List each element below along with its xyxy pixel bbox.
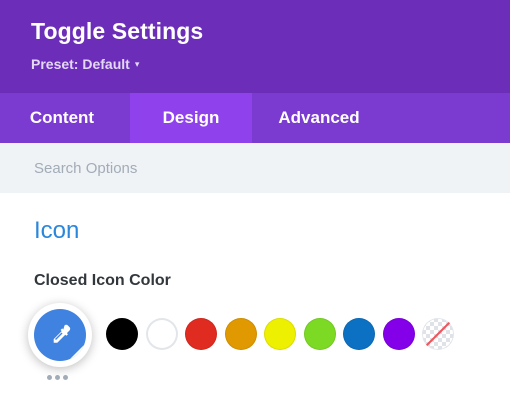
preset-dropdown[interactable]: Preset: Default ▾ (31, 56, 139, 72)
caret-down-icon: ▾ (134, 58, 140, 69)
swatch-red[interactable] (185, 318, 217, 350)
search-options-input[interactable] (0, 143, 510, 193)
preset-label: Preset: Default (31, 56, 130, 72)
dot (63, 375, 68, 380)
modal-header: Toggle Settings Preset: Default ▾ (0, 0, 510, 93)
settings-tabs: Content Design Advanced (0, 93, 510, 143)
swatch-orange[interactable] (224, 318, 257, 350)
dot (55, 375, 60, 380)
swatch-purple[interactable] (382, 318, 415, 350)
section-title-icon[interactable]: Icon (34, 217, 79, 245)
tab-design[interactable]: Design (130, 93, 252, 143)
swatch-blue[interactable] (343, 318, 375, 350)
modal-title: Toggle Settings (31, 18, 204, 44)
dot (47, 375, 52, 380)
swatch-yellow[interactable] (264, 318, 296, 350)
tab-advanced[interactable]: Advanced (252, 93, 386, 143)
swatch-green[interactable] (303, 318, 336, 350)
picker-corner (68, 343, 86, 361)
swatch-none[interactable] (422, 318, 454, 350)
swatch-black[interactable] (106, 318, 138, 350)
color-picker-wrapper (28, 303, 92, 367)
tab-content[interactable]: Content (0, 93, 130, 143)
color-swatches (106, 318, 462, 350)
ellipsis-icon[interactable] (47, 375, 71, 380)
color-picker-button[interactable] (34, 309, 86, 361)
closed-icon-color-label: Closed Icon Color (34, 272, 171, 289)
swatch-white[interactable] (145, 318, 178, 350)
